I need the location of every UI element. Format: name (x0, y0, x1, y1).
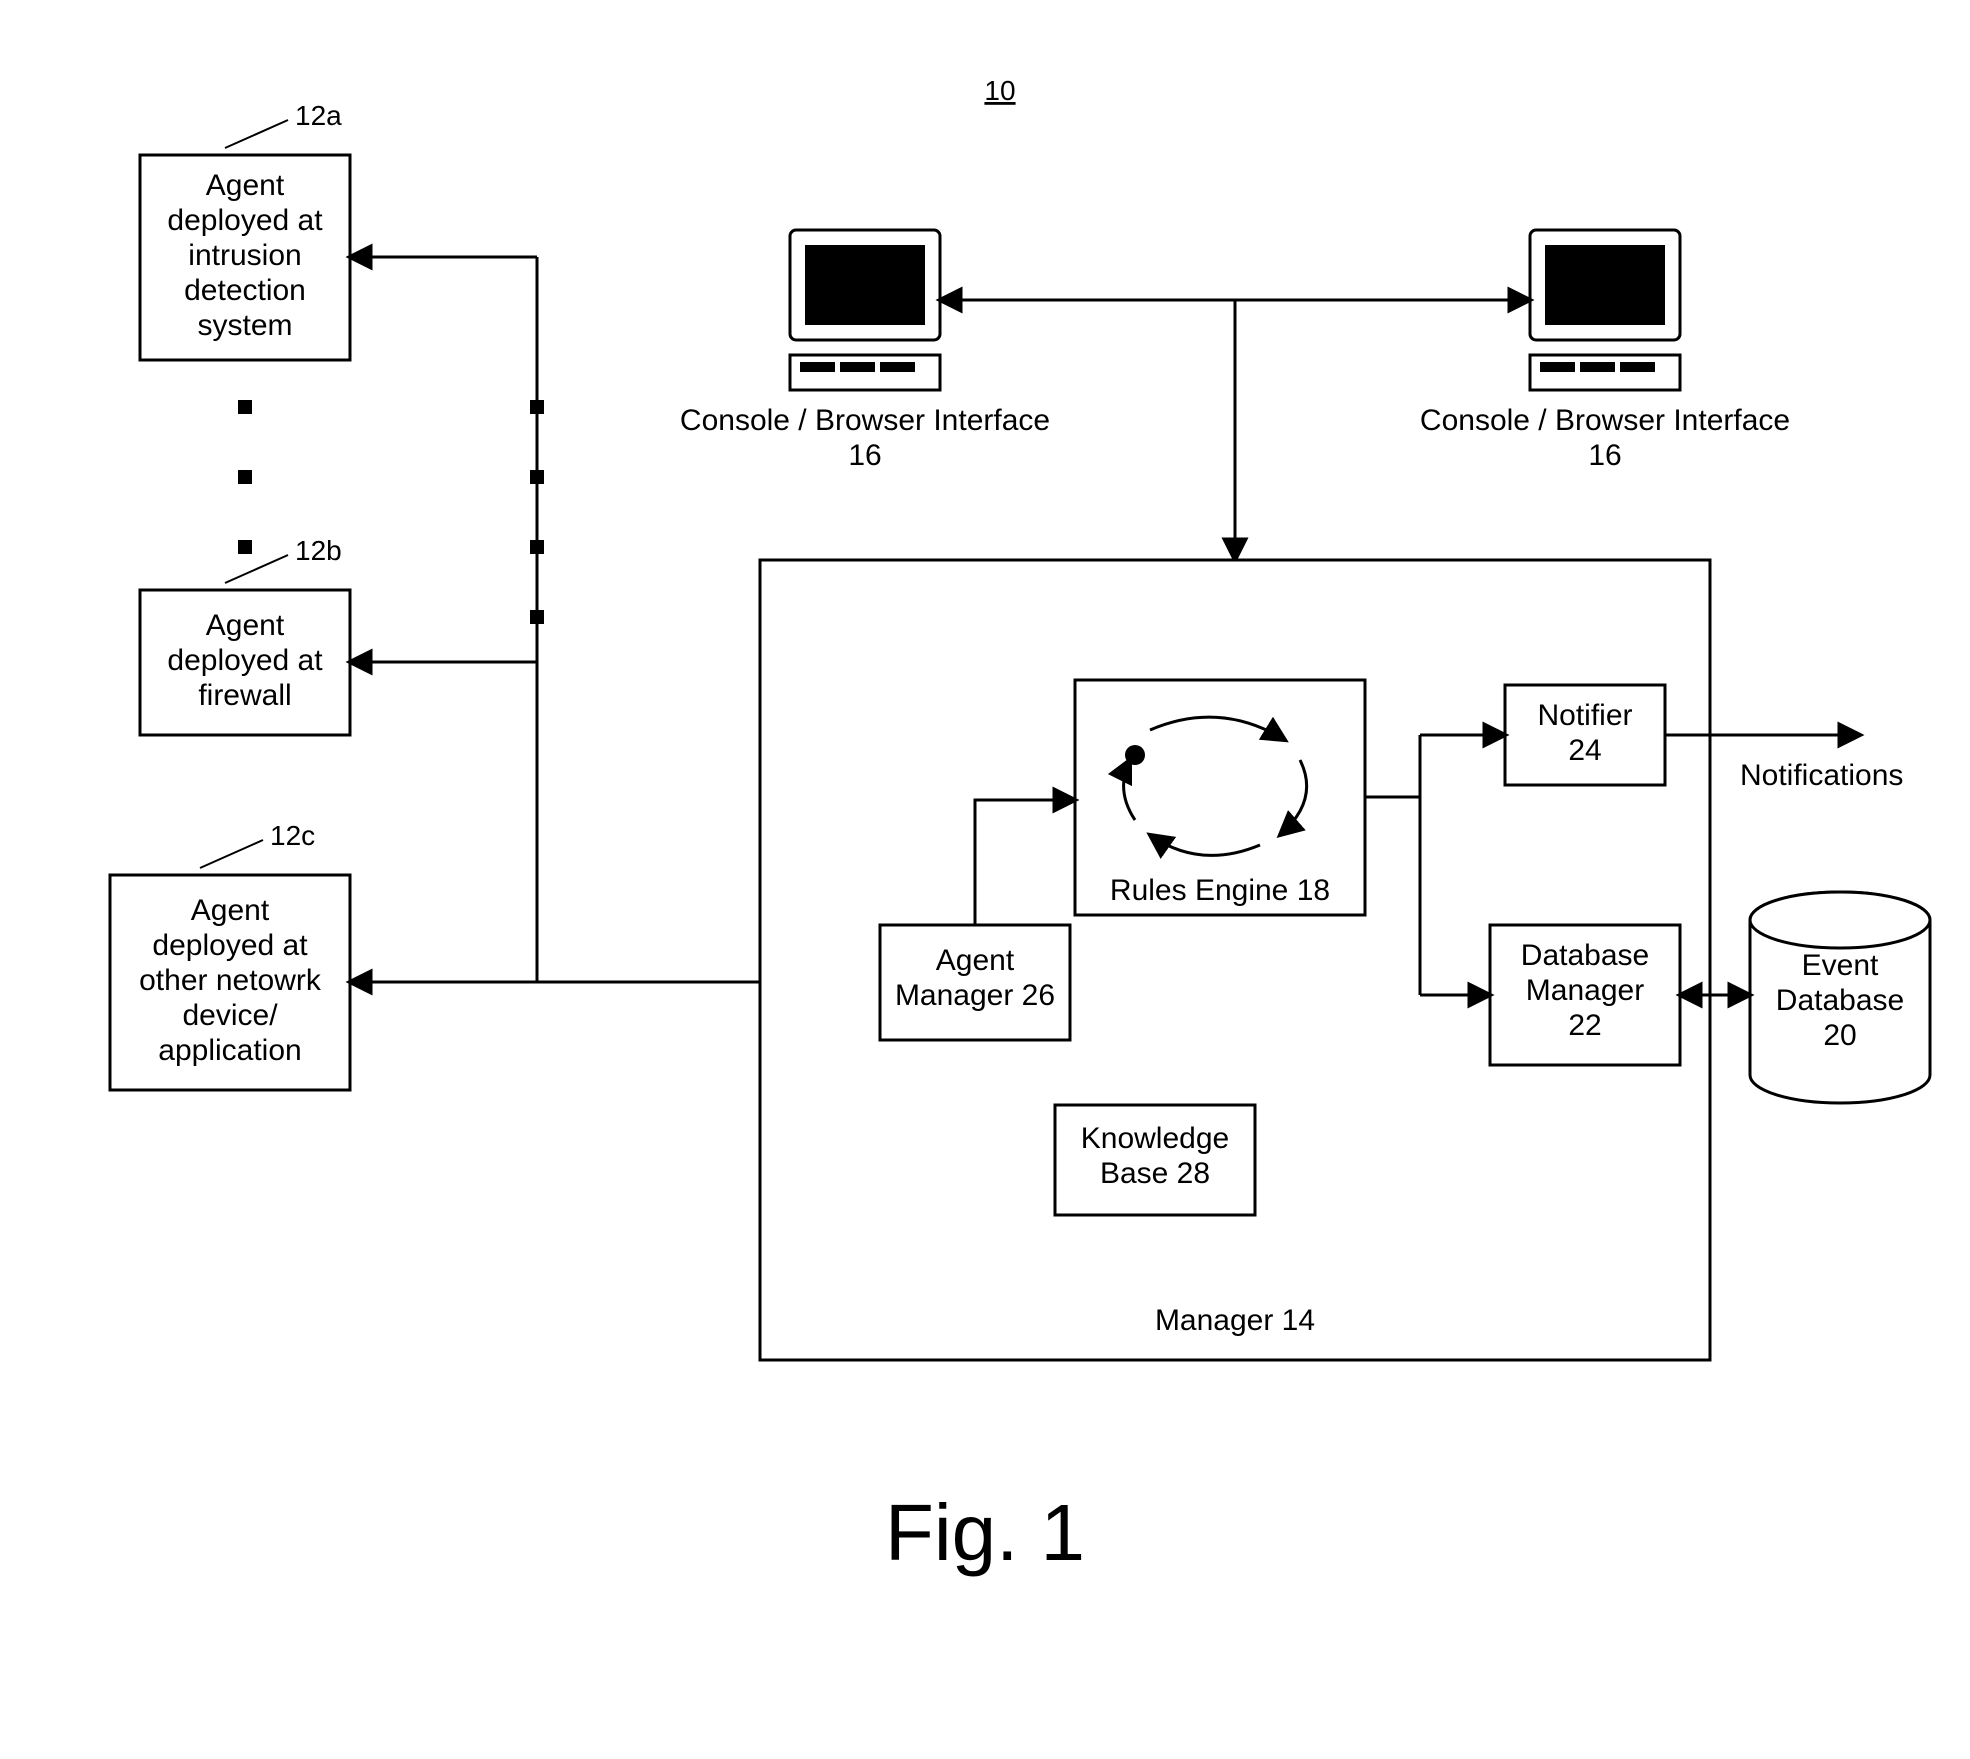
agent-manager-l1: Agent (936, 944, 1015, 977)
console-left-l1: Console / Browser Interface (680, 404, 1050, 437)
agent-12b-l1: Agent (206, 609, 285, 642)
agent-12a-l3: intrusion (188, 239, 301, 272)
event-database: Event Database 20 (1750, 892, 1930, 1103)
kb-l1: Knowledge (1081, 1122, 1229, 1155)
rules-engine-box: Rules Engine 18 (1075, 680, 1365, 915)
kb-l2: Base 28 (1100, 1157, 1210, 1190)
db-manager-l1: Database (1521, 939, 1649, 972)
console-left: Console / Browser Interface 16 (680, 230, 1050, 472)
agent-12b: 12b Agent deployed at firewall (140, 535, 350, 735)
rules-engine-label: Rules Engine 18 (1110, 874, 1330, 907)
eventdb-l2: Database (1776, 984, 1904, 1017)
agent-12a-l2: deployed at (167, 204, 323, 237)
notifier-box: Notifier 24 (1505, 685, 1665, 785)
agent-12b-ref: 12b (295, 535, 342, 566)
agent-12a-l4: detection (184, 274, 306, 307)
agent-12c-l1: Agent (191, 894, 270, 927)
agent-12a-l5: system (197, 309, 292, 342)
db-manager-l3: 22 (1568, 1009, 1601, 1042)
console-right-l2: 16 (1588, 439, 1621, 472)
diagram-canvas: 10 12a Agent deployed at intrusion detec… (0, 0, 1970, 1759)
db-manager-box: Database Manager 22 (1490, 925, 1680, 1065)
agent-12c-l4: device/ (182, 999, 278, 1032)
agent-12a-l1: Agent (206, 169, 285, 202)
notifications-label: Notifications (1740, 759, 1903, 792)
console-right: Console / Browser Interface 16 (1420, 230, 1790, 472)
agent-12a-ref: 12a (295, 100, 342, 131)
agent-12c-l3: other netowrk (139, 964, 322, 997)
knowledge-base-box: Knowledge Base 28 (1055, 1105, 1255, 1215)
manager-label: Manager 14 (1155, 1304, 1315, 1337)
agent-12c-l5: application (158, 1034, 301, 1067)
agent-manager-l2: Manager 26 (895, 979, 1055, 1012)
notifier-l1: Notifier (1537, 699, 1632, 732)
console-right-l1: Console / Browser Interface (1420, 404, 1790, 437)
notifier-l2: 24 (1568, 734, 1601, 767)
agent-12c-ref: 12c (270, 820, 315, 851)
agent-12c: 12c Agent deployed at other netowrk devi… (110, 820, 350, 1090)
eventdb-l1: Event (1802, 949, 1879, 982)
agent-12b-l2: deployed at (167, 644, 323, 677)
console-left-l2: 16 (848, 439, 881, 472)
figure-ref: 10 (984, 75, 1015, 106)
computer-icon (790, 230, 940, 390)
db-manager-l2: Manager (1526, 974, 1644, 1007)
agent-12c-l2: deployed at (152, 929, 308, 962)
agent-12a: 12a Agent deployed at intrusion detectio… (140, 100, 350, 360)
figure-caption: Fig. 1 (885, 1488, 1085, 1577)
agent-12b-l3: firewall (198, 679, 291, 712)
eventdb-l3: 20 (1823, 1019, 1856, 1052)
computer-icon (1530, 230, 1680, 390)
agent-manager-box: Agent Manager 26 (880, 925, 1070, 1040)
